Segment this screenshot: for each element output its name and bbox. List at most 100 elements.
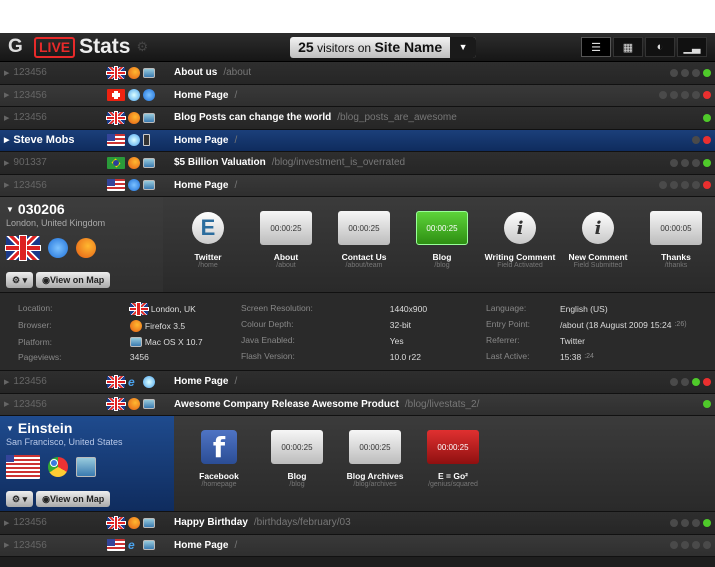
expand-arrow-icon[interactable]: ▶: [4, 69, 9, 77]
detail-value-text: English (US): [559, 303, 608, 314]
list-view-icon[interactable]: ☰: [581, 37, 611, 57]
timeline-step[interactable]: 00:00:25 About/about: [247, 203, 325, 292]
expand-arrow-icon[interactable]: ▶: [4, 519, 9, 527]
visitor-row[interactable]: ▶ 123456 Home Page /: [0, 84, 715, 107]
view-on-map-button[interactable]: ◉ View on Map: [36, 272, 111, 288]
visitor-row[interactable]: ▶ 123456 About us/about: [0, 62, 715, 85]
timeline-step[interactable]: f Facebook/homepage: [180, 422, 258, 511]
page-title[interactable]: $5 Billion Valuation: [174, 157, 266, 168]
expand-arrow-icon[interactable]: ▶: [4, 159, 9, 167]
visitor-id: ▶ 123456: [0, 399, 107, 410]
mac-os-icon: [143, 157, 155, 168]
activity-dot: [692, 181, 700, 190]
bar-chart-icon[interactable]: ▁▃: [677, 37, 707, 57]
timeline-step[interactable]: i Writing Comment Field Activated: [481, 203, 559, 292]
flag-uk-icon: [6, 236, 40, 260]
page-title[interactable]: Home Page: [174, 180, 228, 191]
activity-dots: [670, 68, 715, 77]
chevron-down-icon[interactable]: ▼: [450, 36, 477, 58]
timeline-step[interactable]: 00:00:25 Blog/blog: [258, 422, 336, 511]
visitor-row[interactable]: ▶ 901337 $5 Billion Valuation/blog/investm…: [0, 152, 715, 175]
firefox-icon: [128, 156, 140, 169]
collapse-arrow-icon[interactable]: ▼: [6, 205, 14, 214]
timeline-step[interactable]: 00:00:25 Blog Archives/blog/archives: [336, 422, 414, 511]
page-path: /birthdays/february/03: [253, 517, 351, 529]
settings-icon[interactable]: ⚙: [136, 39, 148, 55]
firefox-icon: [128, 111, 140, 124]
timeline-step[interactable]: i New Comment Field Submitted: [559, 203, 637, 292]
detail-key: Colour Depth:: [241, 319, 294, 329]
page-path: /: [234, 179, 238, 191]
visitor-row[interactable]: ▶ 123456 Blog Posts can change the world/b…: [0, 107, 715, 130]
expand-arrow-icon[interactable]: ▶: [4, 378, 9, 386]
flag-us-icon: [6, 455, 40, 479]
flag-us-icon: [107, 134, 125, 147]
detail-value: Mac OS X 10.7: [129, 337, 241, 347]
timeline-step[interactable]: E Twitter/home: [169, 203, 247, 292]
visitor-row[interactable]: ▶ 123456 Happy Birthday/birthdays/february…: [0, 512, 715, 535]
detail-key: Pageviews:: [18, 352, 62, 362]
expand-arrow-icon[interactable]: ▶: [4, 114, 9, 122]
timeline-step[interactable]: 00:00:05 Thanks/thanks: [637, 203, 715, 292]
visitor-location: London, United Kingdom: [6, 218, 106, 228]
site-selector[interactable]: 25 visitors on Site Name ▼: [290, 36, 477, 58]
page-path: /about: [223, 67, 252, 79]
activity-dot: [703, 113, 711, 122]
page-title[interactable]: Happy Birthday: [174, 517, 248, 528]
visitor-row[interactable]: ▶ 123456 e Home Page /: [0, 534, 715, 557]
expand-arrow-icon[interactable]: ▶: [4, 181, 9, 189]
page-path: /blog_posts_are_awesome: [337, 112, 457, 124]
firefox-icon: [128, 516, 140, 529]
visit-timeline: E Twitter/home 00:00:25 About/about 00:00:25…: [163, 197, 715, 292]
page-path: /: [234, 89, 238, 101]
activity-dots: [670, 377, 715, 386]
page-title[interactable]: About us: [174, 67, 217, 78]
page-title[interactable]: Home Page: [174, 135, 228, 146]
visitor-id-label: 123456: [13, 112, 47, 124]
page-title[interactable]: Blog Posts can change the world: [174, 112, 331, 123]
expand-arrow-icon[interactable]: ▶: [4, 400, 9, 408]
timeline-step[interactable]: 00:00:25 Contact Us/about/team: [325, 203, 403, 292]
visitor-id: ▶ 123456: [0, 517, 107, 528]
visitor-row[interactable]: ▶ 123456 Home Page /: [0, 174, 715, 197]
visitor-id-label: 123456: [13, 539, 47, 551]
timeline-step[interactable]: 00:00:25 Blog/blog: [403, 203, 481, 292]
step-label: Twitter: [194, 252, 222, 262]
activity-dot: [703, 68, 711, 77]
activity-dots: [703, 400, 715, 409]
gear-menu-button[interactable]: ⚙ ▾: [6, 272, 34, 288]
expand-arrow-icon[interactable]: ▶: [4, 91, 9, 99]
top-bar: G LIVE Stats ⚙ 25 visitors on Site Name …: [0, 33, 715, 62]
activity-dot: [692, 91, 700, 100]
page-title[interactable]: Home Page: [174, 90, 228, 101]
gear-menu-button[interactable]: ⚙ ▾: [6, 491, 34, 507]
flag-uk-icon: [107, 66, 125, 79]
detail-value: 32-bit: [390, 319, 486, 330]
time-on-page: 00:00:05: [650, 211, 702, 245]
visitor-tech-icons: [6, 236, 157, 260]
collapse-arrow-icon[interactable]: ▼: [6, 424, 14, 433]
detail-value: London, UK: [129, 303, 241, 315]
page-title[interactable]: Home Page: [174, 376, 228, 387]
visitor-actions: ⚙ ▾ ◉ View on Map: [6, 491, 168, 507]
visitor-row[interactable]: ▶ Steve Mobs Home Page /: [0, 129, 715, 152]
globe-icon[interactable]: ◐: [645, 37, 675, 57]
visitor-list-mid: ▶ 123456 e Home Page / ▶ 123456 Awesome Company…: [0, 371, 715, 416]
view-on-map-button[interactable]: ◉ View on Map: [36, 491, 111, 507]
time-on-page: 00:00:25: [427, 430, 479, 464]
visitor-icons: e: [107, 539, 174, 552]
expand-arrow-icon[interactable]: ▶: [4, 136, 9, 144]
timeline-step[interactable]: 00:00:25 E = Go²/genius/squared: [414, 422, 492, 511]
activity-dots: [692, 136, 715, 145]
visitor-row[interactable]: ▶ 123456 Awesome Company Release Awesome P…: [0, 393, 715, 416]
activity-dot: [703, 181, 711, 190]
step-path: Field Activated: [497, 262, 543, 269]
visitor-row[interactable]: ▶ 123456 e Home Page /: [0, 371, 715, 394]
grid-view-icon[interactable]: ▦: [613, 37, 643, 57]
activity-dot: [692, 136, 700, 145]
page-title[interactable]: Home Page: [174, 540, 228, 551]
page-title[interactable]: Awesome Company Release Awesome Product: [174, 399, 399, 410]
expand-arrow-icon[interactable]: ▶: [4, 541, 9, 549]
visitor-icons: [107, 156, 174, 169]
activity-dot: [703, 158, 711, 167]
